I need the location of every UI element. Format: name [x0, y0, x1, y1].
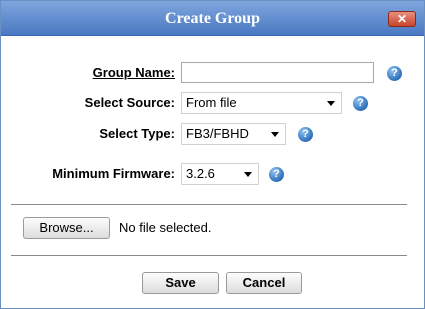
divider	[11, 204, 407, 205]
group-name-input[interactable]	[181, 62, 374, 83]
question-circle-icon[interactable]: ?	[269, 167, 284, 182]
divider	[11, 255, 407, 256]
file-status: No file selected.	[119, 220, 212, 235]
select-type-label: Select Type:	[99, 126, 175, 141]
source-select[interactable]: From file	[181, 92, 342, 114]
type-select[interactable]: FB3/FBHD	[181, 123, 286, 145]
title-bar: Create Group ✕	[1, 1, 424, 36]
question-circle-icon[interactable]: ?	[298, 127, 313, 142]
type-select-value: FB3/FBHD	[186, 126, 249, 141]
select-source-label: Select Source:	[84, 95, 175, 110]
source-select-value: From file	[186, 95, 237, 110]
firmware-select[interactable]: 3.2.6	[181, 163, 259, 185]
close-icon[interactable]: ✕	[388, 11, 416, 27]
firmware-select-value: 3.2.6	[186, 166, 215, 181]
chevron-down-icon	[271, 132, 279, 137]
save-button[interactable]: Save	[142, 272, 219, 294]
group-name-label: Group Name:	[92, 65, 175, 80]
browse-button[interactable]: Browse...	[23, 217, 110, 239]
question-circle-icon[interactable]: ?	[353, 96, 368, 111]
minimum-firmware-label: Minimum Firmware:	[52, 166, 175, 181]
chevron-down-icon	[327, 101, 335, 106]
dialog-title: Create Group	[165, 10, 260, 27]
cancel-button[interactable]: Cancel	[226, 272, 302, 294]
question-circle-icon[interactable]: ?	[387, 66, 402, 81]
chevron-down-icon	[244, 172, 252, 177]
create-group-dialog: Create Group ✕ Group Name: ? Select Sour…	[0, 0, 425, 309]
